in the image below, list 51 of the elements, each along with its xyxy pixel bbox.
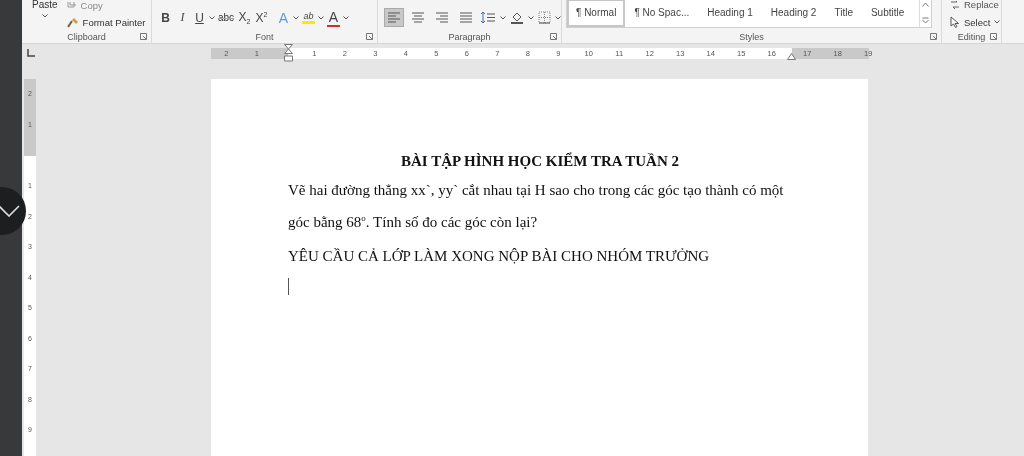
replace-icon — [950, 0, 960, 9]
indent-marker-icon[interactable] — [284, 43, 293, 62]
dialog-launcher-icon[interactable] — [990, 33, 997, 40]
copy-icon — [66, 2, 77, 8]
style-item[interactable]: Heading 2 — [761, 0, 826, 27]
style-item[interactable]: ¶ Normal — [567, 0, 626, 27]
dialog-launcher-icon[interactable] — [140, 33, 147, 40]
caret-icon[interactable] — [528, 15, 534, 20]
text-cursor — [288, 278, 289, 295]
borders-icon[interactable] — [538, 11, 551, 24]
caret-icon[interactable] — [41, 14, 48, 18]
caret-icon[interactable] — [994, 20, 1001, 24]
format-button[interactable]: B — [158, 8, 173, 27]
caret-icon[interactable] — [500, 15, 506, 20]
format-button[interactable]: X$^{2}$ — [254, 8, 269, 27]
chevron-down-icon — [0, 205, 20, 217]
caret-icon[interactable] — [343, 15, 349, 20]
caret-icon[interactable] — [209, 15, 215, 20]
format-painter-button[interactable]: Format Painter — [66, 16, 146, 28]
caret-icon[interactable] — [318, 15, 324, 20]
group-label: Editing — [957, 31, 986, 43]
format-button[interactable]: ab — [301, 8, 316, 27]
format-button[interactable]: X$_{2}$ — [237, 8, 252, 27]
style-item[interactable]: Subtitle — [861, 0, 914, 27]
dialog-launcher-icon[interactable] — [550, 33, 557, 40]
replace-button[interactable]: Replace — [950, 0, 1001, 10]
group-label: Clipboard — [67, 31, 106, 43]
style-item[interactable]: ¶ No Spac... — [625, 0, 699, 27]
paintbrush-icon — [66, 16, 79, 28]
style-item[interactable]: Heading 1 — [698, 0, 762, 27]
paste-button[interactable]: Paste — [32, 0, 58, 18]
caret-icon[interactable] — [293, 15, 299, 20]
cursor-arrow-icon — [950, 16, 960, 28]
document-title: BÀI TẬP HÌNH HỌC KIỂM TRA TUẦN 2 — [400, 151, 680, 171]
paragraph: Vẽ hai đường thẳng xx`, yy` cắt nhau tại H sao cho trong các góc tạo thành có một góc bằng 68$^{o}$. Tính số đo các góc còn lại? — [288, 181, 785, 232]
dialog-launcher-icon[interactable] — [930, 33, 937, 40]
format-button[interactable]: I — [175, 8, 190, 27]
group-label: Font — [255, 31, 274, 43]
right-indent-marker-icon[interactable] — [787, 52, 796, 60]
line-spacing-icon[interactable] — [480, 11, 496, 24]
group-label: Paragraph — [448, 31, 491, 43]
dialog-launcher-icon[interactable] — [366, 33, 373, 40]
format-button[interactable]: U — [192, 8, 207, 27]
paragraph: YÊU CẦU CẢ LỚP LÀM XONG NỘP BÀI CHO NHÓM TRƯỞNG — [288, 247, 711, 266]
scroll-up-icon[interactable] — [922, 1, 929, 7]
select-button[interactable]: Select — [950, 16, 1001, 28]
group-label: Styles — [739, 31, 764, 43]
tab-selector-icon[interactable] — [27, 49, 35, 57]
style-item[interactable]: Title — [825, 0, 862, 27]
format-button[interactable]: A — [326, 8, 341, 27]
caret-icon[interactable] — [555, 15, 561, 20]
